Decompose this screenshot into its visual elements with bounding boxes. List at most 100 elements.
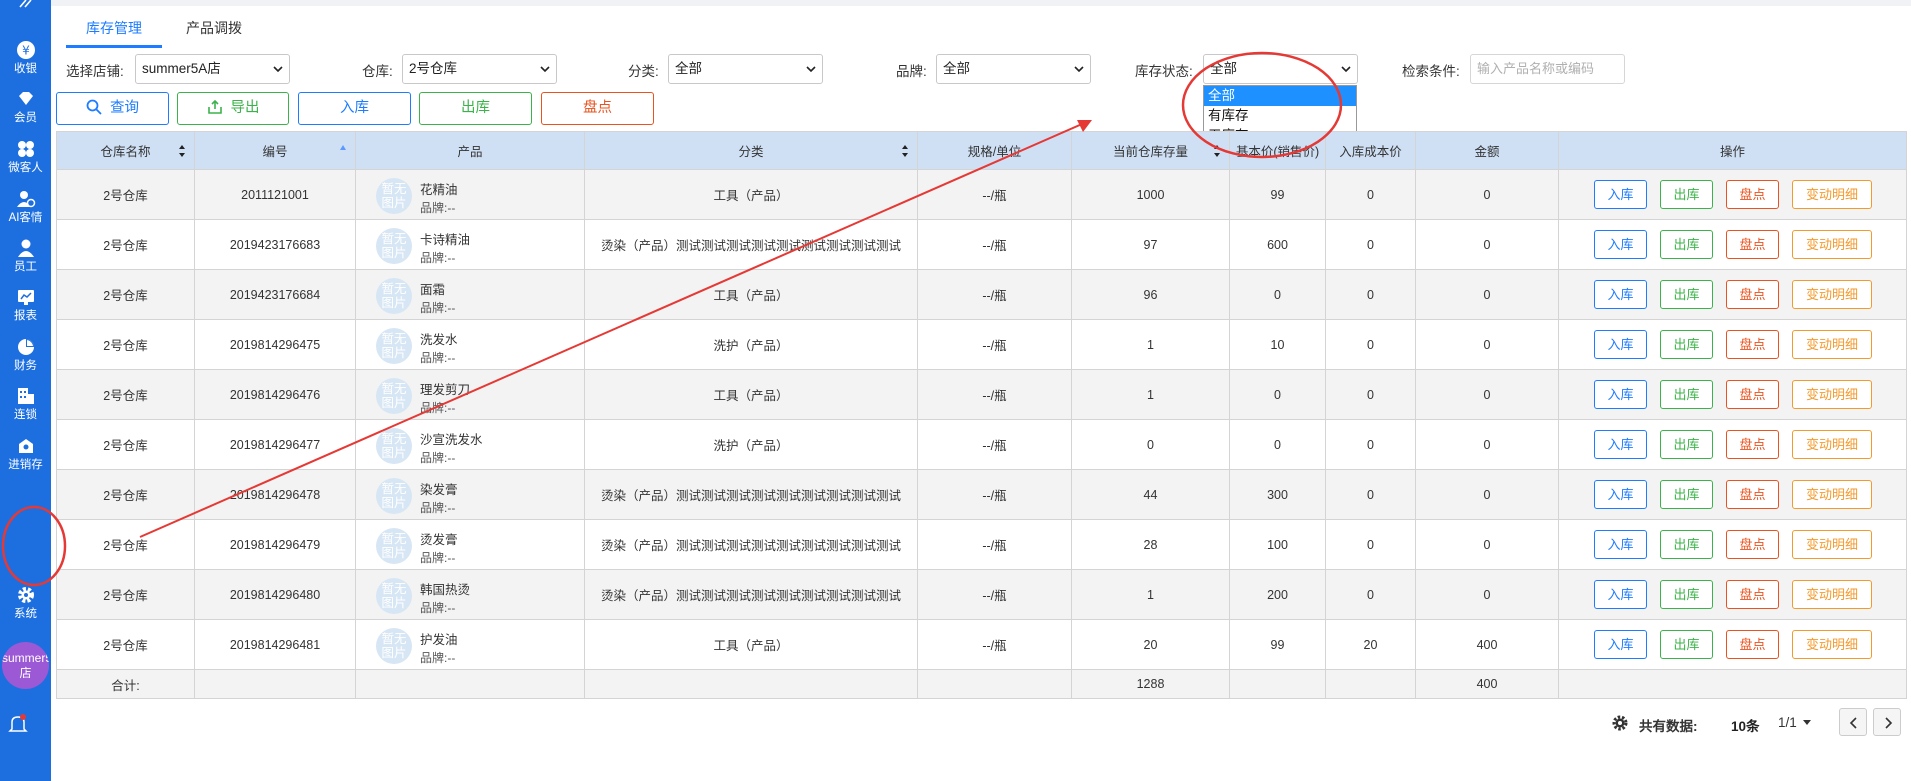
caret-down-icon[interactable] xyxy=(1803,720,1811,726)
row-inventory-check-button[interactable]: 盘点 xyxy=(1726,630,1779,659)
cell-actions: 入库 出库 盘点 变动明细 xyxy=(1558,369,1907,420)
row-stock-in-button[interactable]: 入库 xyxy=(1594,530,1647,559)
row-change-log-button[interactable]: 变动明细 xyxy=(1792,180,1872,209)
stock-out-button[interactable]: 出库 xyxy=(419,92,532,125)
row-stock-in-button[interactable]: 入库 xyxy=(1594,280,1647,309)
col-header-stock[interactable]: 当前仓库存量 xyxy=(1071,131,1230,170)
row-stock-in-button[interactable]: 入库 xyxy=(1594,480,1647,509)
row-stock-out-button[interactable]: 出库 xyxy=(1660,230,1713,259)
brand-select[interactable]: 全部 xyxy=(936,54,1091,84)
sort-icon[interactable] xyxy=(178,144,186,158)
total-empty xyxy=(355,669,585,699)
tab-product-transfer[interactable]: 产品调拨 xyxy=(166,10,262,48)
stock-status-select[interactable]: 全部 xyxy=(1203,54,1358,84)
row-change-log-button[interactable]: 变动明细 xyxy=(1792,480,1872,509)
row-stock-out-button[interactable]: 出库 xyxy=(1660,630,1713,659)
prev-page-button[interactable] xyxy=(1839,708,1867,736)
row-stock-out-button[interactable]: 出库 xyxy=(1660,430,1713,459)
page-indicator[interactable]: 1/1 xyxy=(1778,715,1797,730)
row-change-log-button[interactable]: 变动明细 xyxy=(1792,280,1872,309)
next-page-button[interactable] xyxy=(1873,708,1901,736)
store-avatar[interactable]: summer5A店 xyxy=(2,642,49,689)
stock-status-option-in-stock[interactable]: 有库存 xyxy=(1204,106,1356,126)
row-stock-out-button[interactable]: 出库 xyxy=(1660,380,1713,409)
row-change-log-button[interactable]: 变动明细 xyxy=(1792,530,1872,559)
stock-status-option-all[interactable]: 全部 xyxy=(1204,86,1356,106)
row-stock-out-button[interactable]: 出库 xyxy=(1660,330,1713,359)
row-stock-in-button[interactable]: 入库 xyxy=(1594,430,1647,459)
sort-icon[interactable] xyxy=(901,144,909,158)
cell-actions: 入库 出库 盘点 变动明细 xyxy=(1558,219,1907,270)
stock-in-button[interactable]: 入库 xyxy=(298,92,411,125)
store-select[interactable]: summer5A店 xyxy=(135,54,290,84)
row-stock-out-button[interactable]: 出库 xyxy=(1660,580,1713,609)
row-stock-in-button[interactable]: 入库 xyxy=(1594,230,1647,259)
row-inventory-check-button[interactable]: 盘点 xyxy=(1726,580,1779,609)
cell-code: 2019814296476 xyxy=(194,369,356,420)
cell-amount: 400 xyxy=(1415,619,1559,670)
row-stock-out-button[interactable]: 出库 xyxy=(1660,530,1713,559)
cell-category: 烫染（产品）测试测试测试测试测试测试测试测试测试 xyxy=(584,469,918,520)
cell-amount: 0 xyxy=(1415,219,1559,270)
row-inventory-check-button[interactable]: 盘点 xyxy=(1726,230,1779,259)
row-inventory-check-button[interactable]: 盘点 xyxy=(1726,430,1779,459)
row-stock-in-button[interactable]: 入库 xyxy=(1594,330,1647,359)
row-stock-in-button[interactable]: 入库 xyxy=(1594,380,1647,409)
row-change-log-button[interactable]: 变动明细 xyxy=(1792,580,1872,609)
sidebar-item-finance[interactable]: 财务 xyxy=(0,331,51,383)
menu-toggle-icon[interactable] xyxy=(0,0,51,16)
sidebar-item-system[interactable]: 系统 xyxy=(0,579,51,631)
inventory-check-button[interactable]: 盘点 xyxy=(541,92,654,125)
product-name: 染发膏 xyxy=(420,483,458,497)
row-inventory-check-button[interactable]: 盘点 xyxy=(1726,480,1779,509)
cell-unit: --/瓶 xyxy=(917,569,1072,620)
cell-price: 200 xyxy=(1229,569,1326,620)
row-inventory-check-button[interactable]: 盘点 xyxy=(1726,330,1779,359)
col-header-warehouse[interactable]: 仓库名称 xyxy=(56,131,195,170)
sidebar-item-inventory[interactable]: 进销存 xyxy=(0,430,51,482)
row-stock-out-button[interactable]: 出库 xyxy=(1660,480,1713,509)
col-header-category[interactable]: 分类 xyxy=(584,131,918,170)
row-stock-in-button[interactable]: 入库 xyxy=(1594,180,1647,209)
tab-inventory-management[interactable]: 库存管理 xyxy=(66,10,162,48)
cell-warehouse: 2号仓库 xyxy=(56,419,195,470)
row-change-log-button[interactable]: 变动明细 xyxy=(1792,380,1872,409)
sidebar-item-reports[interactable]: 报表 xyxy=(0,281,51,333)
category-select[interactable]: 全部 xyxy=(668,54,823,84)
sidebar-item-label: 微客人 xyxy=(8,162,43,174)
sidebar-item-cashier[interactable]: ¥ 收银 xyxy=(0,34,51,86)
product-brand: 品牌:-- xyxy=(420,351,456,365)
sort-asc-icon[interactable] xyxy=(339,144,347,152)
row-change-log-button[interactable]: 变动明细 xyxy=(1792,430,1872,459)
row-inventory-check-button[interactable]: 盘点 xyxy=(1726,180,1779,209)
query-button[interactable]: 查询 xyxy=(56,92,169,125)
row-change-log-button[interactable]: 变动明细 xyxy=(1792,630,1872,659)
row-inventory-check-button[interactable]: 盘点 xyxy=(1726,280,1779,309)
settings-gear-icon[interactable] xyxy=(1611,714,1629,732)
cell-category: 烫染（产品）测试测试测试测试测试测试测试测试测试 xyxy=(584,519,918,570)
bell-icon[interactable] xyxy=(8,712,28,736)
export-button[interactable]: 导出 xyxy=(177,92,289,125)
row-change-log-button[interactable]: 变动明细 xyxy=(1792,230,1872,259)
col-header-code[interactable]: 编号 xyxy=(194,131,356,170)
row-stock-in-button[interactable]: 入库 xyxy=(1594,580,1647,609)
warehouse-label: 仓库: xyxy=(362,64,393,79)
row-change-log-button[interactable]: 变动明细 xyxy=(1792,330,1872,359)
cell-stock: 44 xyxy=(1071,469,1230,520)
sidebar-item-members[interactable]: 会员 xyxy=(0,83,51,135)
row-inventory-check-button[interactable]: 盘点 xyxy=(1726,380,1779,409)
row-stock-out-button[interactable]: 出库 xyxy=(1660,180,1713,209)
sidebar-item-ai-relations[interactable]: AI客情 xyxy=(0,183,51,235)
cell-amount: 0 xyxy=(1415,419,1559,470)
table-row: 2号仓库 2019814296476 暂无图片 理发剪刀 品牌:-- 工具（产品） --/瓶… xyxy=(56,369,1907,420)
search-input[interactable]: 输入产品名称或编码 xyxy=(1470,54,1625,84)
sort-icon[interactable] xyxy=(1213,144,1221,158)
row-stock-in-button[interactable]: 入库 xyxy=(1594,630,1647,659)
row-stock-out-button[interactable]: 出库 xyxy=(1660,280,1713,309)
warehouse-select[interactable]: 2号仓库 xyxy=(402,54,557,84)
sidebar-item-chain[interactable]: 连锁 xyxy=(0,380,51,432)
sidebar-item-staff[interactable]: 员工 xyxy=(0,232,51,284)
gear-icon xyxy=(16,585,36,605)
sidebar-item-wechat-guests[interactable]: 微客人 xyxy=(0,133,51,185)
row-inventory-check-button[interactable]: 盘点 xyxy=(1726,530,1779,559)
